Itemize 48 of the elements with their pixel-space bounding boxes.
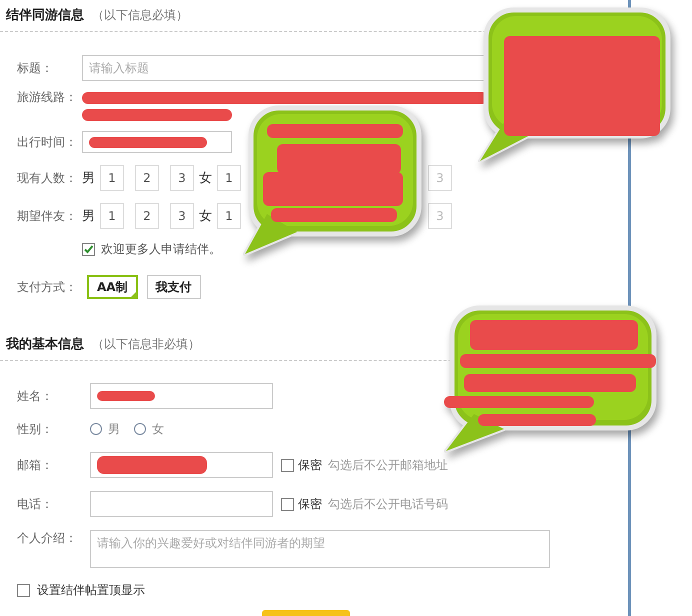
field-label: 旅游线路：	[17, 89, 78, 106]
checkbox-label: 保密	[298, 456, 322, 474]
gender-label: 男	[82, 170, 95, 187]
field-label: 电话：	[17, 496, 54, 512]
payment-option[interactable]: 我支付	[146, 275, 201, 299]
number-option[interactable]: 3	[170, 203, 194, 229]
checkbox-label: 设置结伴帖置顶显示	[37, 582, 145, 598]
checkbox[interactable]	[281, 498, 294, 510]
field-label: 邮箱：	[17, 456, 54, 474]
field-label: 标题：	[17, 60, 54, 76]
section-note: （以下信息必填）	[92, 7, 188, 24]
field-label: 个人介绍：	[17, 530, 78, 547]
payment-option[interactable]: AA制	[87, 275, 138, 299]
section-note: （以下信息非必填）	[92, 336, 200, 353]
number-option[interactable]: 2	[135, 165, 159, 191]
radio-button[interactable]	[134, 423, 146, 435]
gender-label: 女	[199, 170, 212, 187]
checkbox[interactable]	[82, 242, 95, 256]
radio-button[interactable]	[90, 423, 102, 435]
date-input[interactable]	[82, 131, 232, 153]
field-label: 出行时间：	[17, 134, 78, 150]
checkbox-label: 保密	[298, 496, 322, 512]
field-label: 姓名：	[17, 388, 54, 404]
field-label: 性别：	[17, 420, 54, 438]
phone-input[interactable]	[90, 491, 273, 517]
field-label: 支付方式：	[17, 278, 78, 296]
section-title: 我的基本信息	[6, 336, 84, 353]
redaction-mark	[97, 391, 155, 401]
checkbox-label: 欢迎更多人申请结伴。	[101, 240, 221, 258]
number-option[interactable]: 1	[100, 203, 124, 229]
number-option[interactable]: 3	[170, 165, 194, 191]
number-option[interactable]: 1	[217, 165, 241, 191]
field-label: 期望伴友：	[17, 208, 78, 224]
name-input[interactable]	[90, 383, 273, 409]
radio-label: 男	[108, 420, 120, 438]
number-option[interactable]: 2	[135, 203, 159, 229]
checkbox[interactable]	[281, 458, 294, 472]
number-option[interactable]: 1	[100, 165, 124, 191]
gender-label: 男	[82, 208, 95, 225]
hint-text: 勾选后不公开邮箱地址	[328, 456, 448, 474]
field-label: 现有人数：	[17, 170, 78, 186]
section-title: 结伴同游信息	[6, 7, 84, 24]
number-option[interactable]: 1	[217, 203, 241, 229]
gender-label: 女	[199, 208, 212, 225]
checkbox[interactable]	[17, 584, 30, 596]
radio-label: 女	[152, 420, 164, 438]
email-input[interactable]	[90, 452, 273, 478]
hint-text: 勾选后不公开电话号码	[328, 496, 448, 512]
